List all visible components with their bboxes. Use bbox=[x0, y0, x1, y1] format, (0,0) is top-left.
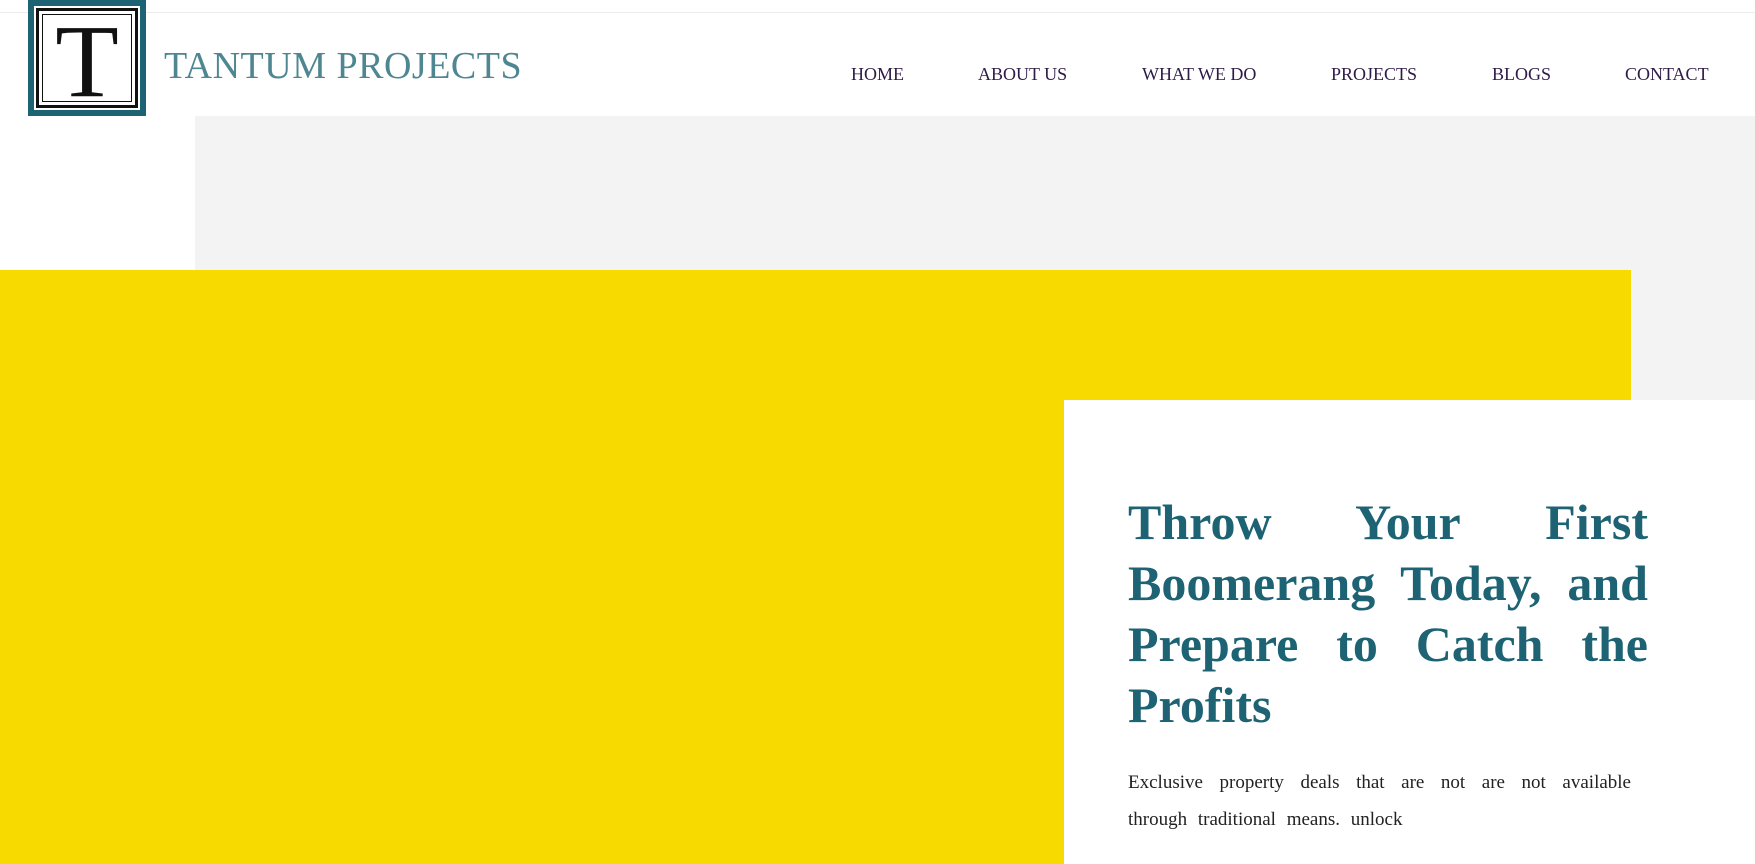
hero-title: Throw Your First Boomerang Today, and Pr… bbox=[1128, 494, 1648, 733]
header-divider bbox=[0, 12, 1755, 13]
page: T TANTUM PROJECTS HOME ABOUT US WHAT WE … bbox=[0, 0, 1755, 864]
nav-item-what-we-do[interactable]: WHAT WE DO bbox=[1142, 64, 1256, 85]
site-logo[interactable]: T bbox=[28, 0, 146, 116]
letter-t-logo-icon: T bbox=[34, 6, 140, 114]
nav-item-projects[interactable]: PROJECTS bbox=[1331, 64, 1417, 85]
logo-letter: T bbox=[55, 4, 119, 119]
hero-description: Exclusive property deals that are not ar… bbox=[1128, 772, 1631, 830]
nav-item-about-us[interactable]: ABOUT US bbox=[978, 64, 1067, 85]
nav-item-contact[interactable]: CONTACT bbox=[1625, 64, 1709, 85]
nav-item-blogs[interactable]: BLOGS bbox=[1492, 64, 1551, 85]
hero-card: Throw Your First Boomerang Today, and Pr… bbox=[1064, 400, 1755, 864]
nav-item-home[interactable]: HOME bbox=[851, 64, 904, 85]
main-navigation: HOME ABOUT US WHAT WE DO PROJECTS BLOGS … bbox=[0, 64, 1755, 88]
